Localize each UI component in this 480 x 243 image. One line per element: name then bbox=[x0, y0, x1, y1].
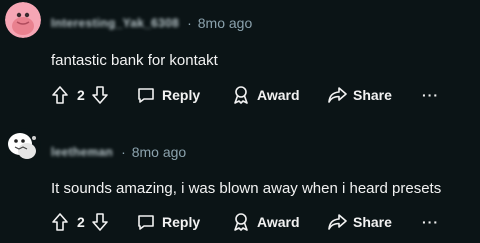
comment-text: fantastic bank for kontakt bbox=[51, 52, 218, 69]
downvote-icon[interactable] bbox=[91, 212, 109, 232]
comment-actions: 2 Reply Award Share ··· bbox=[51, 83, 438, 107]
share-icon bbox=[327, 212, 347, 232]
meta-separator: · bbox=[121, 144, 126, 160]
more-icon[interactable]: ··· bbox=[422, 214, 439, 230]
award-label: Award bbox=[257, 214, 300, 230]
comment-icon bbox=[136, 212, 156, 232]
comment-meta: leetheman · 8mo ago bbox=[51, 142, 186, 162]
share-label: Share bbox=[353, 87, 392, 103]
reply-button[interactable]: Reply bbox=[136, 212, 200, 232]
vote-controls: 2 bbox=[51, 212, 109, 232]
share-icon bbox=[327, 85, 347, 105]
downvote-icon[interactable] bbox=[91, 85, 109, 105]
share-label: Share bbox=[353, 214, 392, 230]
username[interactable]: leetheman bbox=[51, 145, 113, 159]
meta-separator: · bbox=[187, 15, 192, 31]
award-button[interactable]: Award bbox=[231, 212, 300, 232]
reply-label: Reply bbox=[162, 87, 201, 103]
upvote-icon[interactable] bbox=[51, 212, 69, 232]
award-button[interactable]: Award bbox=[231, 85, 300, 105]
award-label: Award bbox=[257, 87, 300, 103]
username[interactable]: Interesting_Yak_6308 bbox=[51, 16, 179, 30]
comment-meta: Interesting_Yak_6308 · 8mo ago bbox=[51, 13, 252, 33]
award-icon bbox=[231, 85, 251, 105]
upvote-icon[interactable] bbox=[51, 85, 69, 105]
share-button[interactable]: Share bbox=[327, 212, 392, 232]
timestamp[interactable]: 8mo ago bbox=[198, 15, 252, 31]
reply-button[interactable]: Reply bbox=[136, 85, 200, 105]
award-icon bbox=[231, 212, 251, 232]
comment-text: It sounds amazing, i was blown away when… bbox=[51, 180, 442, 197]
avatar[interactable] bbox=[5, 2, 41, 38]
vote-score: 2 bbox=[77, 214, 85, 230]
reply-label: Reply bbox=[162, 214, 201, 230]
more-icon[interactable]: ··· bbox=[422, 87, 439, 103]
vote-score: 2 bbox=[77, 87, 85, 103]
comment-actions: 2 Reply Award Share ··· bbox=[51, 210, 438, 234]
comment-icon bbox=[136, 85, 156, 105]
vote-controls: 2 bbox=[51, 85, 109, 105]
timestamp[interactable]: 8mo ago bbox=[132, 144, 186, 160]
share-button[interactable]: Share bbox=[327, 85, 392, 105]
avatar[interactable] bbox=[5, 128, 41, 164]
